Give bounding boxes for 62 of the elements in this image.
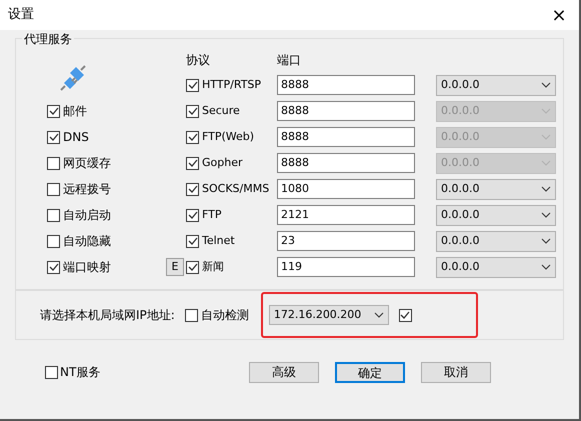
option-label: 邮件 (63, 103, 87, 120)
protocol-label: Secure (202, 102, 240, 119)
checkbox[interactable] (47, 130, 60, 144)
column-header: 端口 (277, 52, 301, 69)
dialog-button[interactable]: 高级 (249, 362, 319, 382)
protocol-label: Telnet (202, 232, 235, 249)
option-label: 端口映射 (63, 259, 111, 276)
port-field[interactable]: 1080 (277, 179, 415, 199)
checkbox[interactable] (47, 182, 60, 196)
option-label: 远程拨号 (63, 181, 111, 198)
column-header: 协议 (186, 52, 211, 69)
ip-dropdown[interactable]: 172.16.200.200 (268, 305, 389, 325)
chevron-icon (541, 264, 551, 270)
window-title: 设置 (8, 6, 34, 24)
checkbox[interactable] (186, 78, 199, 92)
nt-service-label: NT服务 (60, 364, 100, 381)
option-label: 自动启动 (63, 207, 111, 224)
protocol-label: FTP(Web) (202, 128, 254, 145)
option-label: 自动隐藏 (63, 233, 111, 250)
checkbox[interactable] (45, 366, 58, 378)
protocol-label: SOCKS/MMS (202, 180, 270, 197)
protocol-label: HTTP/RTSP (202, 76, 262, 93)
checkbox[interactable] (47, 208, 60, 222)
chevron-icon (541, 186, 551, 192)
checkbox[interactable] (47, 234, 60, 248)
mapping-button[interactable]: E (166, 258, 184, 276)
chevron-icon (541, 212, 551, 218)
address-dropdown[interactable]: 0.0.0.0 (436, 204, 556, 226)
checkbox[interactable] (184, 308, 198, 322)
checkbox[interactable] (186, 182, 199, 196)
address-dropdown[interactable]: 0.0.0.0 (436, 178, 556, 200)
checkbox[interactable] (47, 156, 60, 170)
protocol-label: 新闻 (202, 258, 224, 275)
address-dropdown[interactable]: 0.0.0.0 (436, 74, 556, 96)
auto-detect-label: 自动检测 (200, 307, 249, 324)
port-field[interactable]: 2121 (277, 205, 415, 225)
dialog-button[interactable]: 取消 (421, 362, 491, 382)
port-field[interactable]: 119 (277, 257, 415, 277)
chevron-icon (541, 82, 551, 88)
option-label: DNS (63, 129, 89, 146)
group-title: 代理服务 (22, 30, 74, 48)
dialog-button[interactable]: 确定 (335, 362, 405, 382)
protocol-label: Gopher (202, 154, 242, 171)
port-field[interactable]: 8888 (277, 75, 415, 95)
chevron-icon (541, 108, 551, 114)
chevron-icon (374, 312, 384, 318)
checkbox[interactable] (47, 260, 60, 274)
chevron-icon (541, 134, 551, 140)
ip-prompt: 请选择本机局域网IP地址: (40, 307, 175, 324)
checkbox[interactable] (398, 308, 412, 322)
address-dropdown[interactable]: 0.0.0.0 (436, 230, 556, 252)
close-button[interactable]: × (539, 0, 579, 30)
checkbox[interactable] (186, 260, 199, 274)
port-field[interactable]: 23 (277, 231, 415, 251)
checkbox[interactable] (186, 234, 199, 248)
address-dropdown[interactable]: 0.0.0.0 (436, 256, 556, 278)
option-label: 网页缓存 (63, 155, 111, 172)
chevron-icon (541, 238, 551, 244)
chevron-icon (541, 160, 551, 166)
checkbox[interactable] (47, 104, 60, 118)
checkbox[interactable] (186, 208, 199, 222)
protocol-label: FTP (202, 206, 222, 223)
